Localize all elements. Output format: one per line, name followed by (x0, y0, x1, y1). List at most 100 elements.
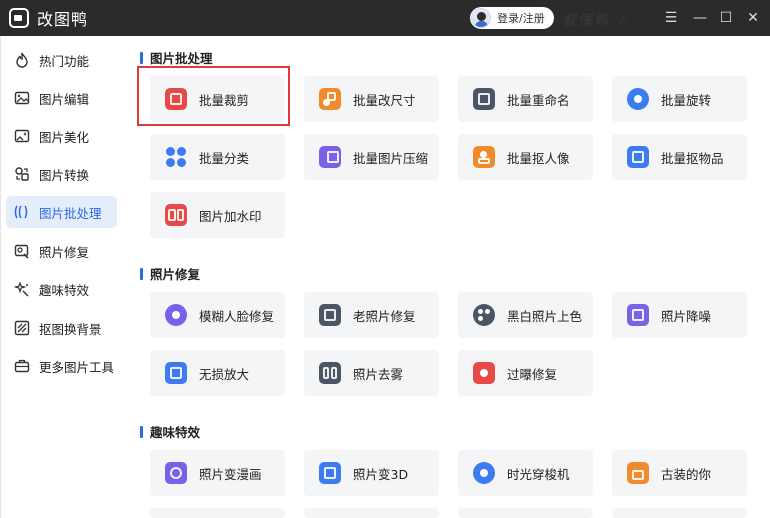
card-label: 照片去雾 (353, 366, 404, 382)
card-partial (150, 508, 285, 518)
app-logo-icon (9, 8, 29, 28)
card-label: 批量重命名 (507, 92, 570, 108)
card-label: 时光穿梭机 (507, 466, 570, 482)
card-dehaze[interactable]: 照片去雾 (304, 350, 439, 396)
card-label: 批量抠人像 (507, 150, 570, 166)
watermark-icon (165, 204, 187, 226)
sidebar-item-label: 抠图换背景 (39, 321, 102, 337)
sidebar-item-label: 图片批处理 (39, 205, 102, 221)
image-beautify-icon (14, 128, 30, 144)
section-title-text: 照片修复 (150, 267, 201, 282)
card-batch-rotate[interactable]: 批量旋转 (612, 76, 747, 122)
card-old-photo[interactable]: 老照片修复 (304, 292, 439, 338)
card-label: 照片降噪 (661, 308, 712, 324)
time-machine-icon (473, 462, 495, 484)
convert-icon (14, 166, 30, 182)
section-title-text: 图片批处理 (150, 51, 213, 66)
sparkle-icon (14, 281, 30, 297)
ancient-house-icon (627, 462, 649, 484)
sidebar-item-image-beautify[interactable]: 图片美化 (6, 120, 117, 152)
classify-icon (165, 146, 187, 168)
upscale-icon (165, 362, 187, 384)
card-label: 批量抠物品 (661, 150, 724, 166)
portrait-cutout-icon (473, 146, 495, 168)
sidebar-item-label: 热门功能 (39, 53, 90, 69)
palette-icon (473, 304, 495, 326)
card-batch-compress[interactable]: 批量图片压缩 (304, 134, 439, 180)
card-face-repair[interactable]: 模糊人脸修复 (150, 292, 285, 338)
close-icon[interactable]: ✕ (743, 8, 763, 28)
sidebar-item-label: 图片转换 (39, 167, 90, 183)
batch-icon (14, 204, 30, 220)
card-label: 古装的你 (661, 466, 712, 482)
card-partial (458, 508, 593, 518)
card-denoise[interactable]: 照片降噪 (612, 292, 747, 338)
rotate-icon (627, 88, 649, 110)
card-batch-rename[interactable]: 批量重命名 (458, 76, 593, 122)
card-label: 黑白照片上色 (507, 308, 583, 324)
minimize-icon[interactable]: — (690, 8, 710, 28)
card-batch-portrait-cutout[interactable]: 批量抠人像 (458, 134, 593, 180)
card-3d[interactable]: 照片变3D (304, 450, 439, 496)
sidebar-item-label: 照片修复 (39, 244, 90, 260)
section-accent (140, 267, 143, 280)
card-ancient[interactable]: 古装的你 (612, 450, 747, 496)
sidebar-item-cutout[interactable]: 抠图换背景 (6, 312, 117, 344)
sidebar-item-label: 图片美化 (39, 129, 90, 145)
exposure-icon (473, 362, 495, 384)
denoise-icon (627, 304, 649, 326)
card-batch-classify[interactable]: 批量分类 (150, 134, 285, 180)
login-button[interactable]: 登录/注册 (470, 7, 554, 29)
card-label: 照片变漫画 (199, 466, 262, 482)
section-title-text: 趣味特效 (150, 425, 201, 440)
comic-icon (165, 462, 187, 484)
sidebar-item-convert[interactable]: 图片转换 (6, 158, 117, 190)
avatar (471, 8, 491, 28)
sidebar-item-label: 图片编辑 (39, 91, 90, 107)
card-batch-resize[interactable]: 批量改尺寸 (304, 76, 439, 122)
cutout-icon (14, 320, 30, 336)
card-label: 老照片修复 (353, 308, 416, 324)
title-bar: 改图鸭 登录/注册 看懂鸭 ⟡ ☰ — ☐ ✕ (0, 0, 770, 36)
toolbox-icon (14, 358, 30, 374)
card-time-machine[interactable]: 时光穿梭机 (458, 450, 593, 496)
section-accent (140, 51, 143, 64)
card-colorize[interactable]: 黑白照片上色 (458, 292, 593, 338)
selection-highlight (137, 66, 290, 126)
maximize-icon[interactable]: ☐ (716, 8, 736, 28)
main-content: 图片批处理 批量裁剪 批量改尺寸 批量重命名 批量旋转 批量分类 批量图片压缩 … (122, 36, 770, 518)
sidebar-item-photo-repair[interactable]: 照片修复 (6, 235, 117, 267)
dehaze-icon (319, 362, 341, 384)
app-title: 改图鸭 (37, 10, 89, 29)
card-upscale[interactable]: 无损放大 (150, 350, 285, 396)
menu-icon[interactable]: ☰ (661, 8, 681, 28)
card-label: 过曝修复 (507, 366, 558, 382)
app-window: 改图鸭 登录/注册 看懂鸭 ⟡ ☰ — ☐ ✕ 热门功能 图片编辑 图片美化 图… (0, 0, 770, 518)
sidebar-item-label: 趣味特效 (39, 282, 90, 298)
sidebar-item-fun[interactable]: 趣味特效 (6, 273, 117, 305)
image-edit-icon (14, 90, 30, 106)
card-label: 批量图片压缩 (353, 150, 429, 166)
section-title-fun: 趣味特效 (140, 422, 200, 441)
card-label: 图片加水印 (199, 208, 262, 224)
cube-3d-icon (319, 462, 341, 484)
sidebar-item-batch[interactable]: 图片批处理 (6, 196, 117, 228)
card-exposure[interactable]: 过曝修复 (458, 350, 593, 396)
object-cutout-icon (627, 146, 649, 168)
card-label: 批量旋转 (661, 92, 712, 108)
card-label: 批量分类 (199, 150, 250, 166)
card-partial (612, 508, 747, 518)
sidebar-item-more-tools[interactable]: 更多图片工具 (6, 350, 117, 382)
sidebar: 热门功能 图片编辑 图片美化 图片转换 图片批处理 照片修复 趣味特效 抠图换背… (0, 36, 122, 518)
card-batch-watermark[interactable]: 图片加水印 (150, 192, 285, 238)
card-label: 模糊人脸修复 (199, 308, 275, 324)
photo-repair-icon (14, 243, 30, 259)
old-photo-icon (319, 304, 341, 326)
card-comic[interactable]: 照片变漫画 (150, 450, 285, 496)
card-label: 批量改尺寸 (353, 92, 416, 108)
resize-icon (319, 88, 341, 110)
card-batch-object-cutout[interactable]: 批量抠物品 (612, 134, 747, 180)
sidebar-item-hot[interactable]: 热门功能 (6, 44, 117, 76)
section-accent (140, 425, 143, 438)
sidebar-item-image-edit[interactable]: 图片编辑 (6, 82, 117, 114)
